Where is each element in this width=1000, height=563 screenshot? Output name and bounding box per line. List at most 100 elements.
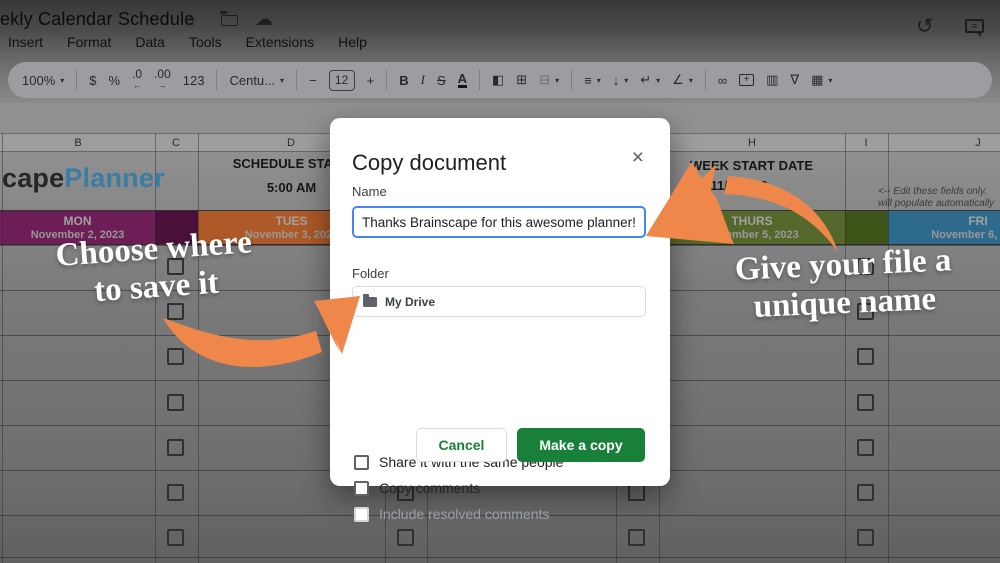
increase-decimal-label: .00 [154,70,171,79]
cell-checkbox[interactable] [857,394,874,411]
strikethrough-button[interactable]: S [437,73,446,88]
col-header-D[interactable]: D [287,137,295,149]
fill-color-icon[interactable]: ◧ [492,72,504,88]
menu-insert[interactable]: Insert [8,34,43,50]
grid-vline [198,133,199,563]
zoom-value: 100% [22,73,55,88]
edit-note-line2: will populate automatically [878,198,1000,210]
increase-font-button[interactable]: + [367,73,375,88]
font-size-input[interactable]: 12 [329,70,355,91]
cell-checkbox[interactable] [857,439,874,456]
copy-comments-checkbox[interactable]: Copy comments [354,480,480,496]
toolbar-divider [705,70,706,90]
grid-vline [845,133,846,563]
decrease-decimal-label: .0 [132,70,142,79]
decrease-decimal-button[interactable]: .0← [132,70,142,90]
version-history-icon[interactable]: ↺ [916,14,934,39]
cell-checkbox[interactable] [857,484,874,501]
text-rotate-icon[interactable]: ∠▾ [672,72,693,88]
create-filter-icon[interactable]: ∇ [790,72,799,88]
chevron-down-icon: ▾ [60,76,64,85]
close-icon[interactable]: × [632,146,644,170]
brainscape-planner-logo: capePlanner [2,163,165,194]
table-options-icon[interactable]: ▦▾ [811,72,832,88]
font-name: Centu... [229,73,275,88]
day-name-thurs: THURS [659,214,845,228]
day-name-fri: FRI [888,214,1000,228]
cancel-button[interactable]: Cancel [416,428,507,462]
text-wrap-icon[interactable]: ↵▾ [640,72,660,88]
chevron-down-icon: ▾ [597,76,601,85]
grid-vline [2,133,3,563]
dialog-title: Copy document [352,150,506,176]
grid-vline [888,133,889,563]
annotation-unique-name: Give your file a unique name [681,239,1000,330]
text-color-button[interactable]: A [458,73,467,88]
checkbox-icon[interactable] [354,455,369,470]
menu-help[interactable]: Help [338,34,367,50]
valign-glyph: ↓ [613,73,620,88]
screenshot-stage: B C D H I J capePlanner SCHEDULE START 5… [0,0,1000,563]
folder-picker[interactable]: My Drive [352,286,646,317]
cell-checkbox[interactable] [628,484,645,501]
toolbar-divider [479,70,480,90]
name-input[interactable]: Thanks Brainscape for this awesome plann… [352,206,646,238]
star-icon[interactable]: ☆ [183,11,197,31]
col-header-I[interactable]: I [864,137,867,149]
day-name-mon: MON [0,214,155,228]
cell-checkbox[interactable] [167,348,184,365]
cell-checkbox[interactable] [167,484,184,501]
grid-hline [0,557,1000,558]
cell-checkbox[interactable] [397,529,414,546]
logo-text-accent: Planner [64,163,164,193]
rotate-glyph: ∠ [672,72,684,88]
make-a-copy-button[interactable]: Make a copy [517,428,645,462]
day-header-thurs-checkbox-col [845,211,888,244]
include-resolved-comments-checkbox: Include resolved comments [354,506,549,522]
menu-format[interactable]: Format [67,34,111,50]
font-select[interactable]: Centu... ▾ [229,73,284,88]
merge-glyph: ⊟ [539,72,550,88]
menu-data[interactable]: Data [135,34,165,50]
menu-tools[interactable]: Tools [189,34,222,50]
arrow-right-icon: → [158,81,166,90]
vertical-align-icon[interactable]: ↓▾ [613,73,629,88]
increase-decimal-button[interactable]: .00 → [154,70,171,90]
cell-checkbox[interactable] [167,529,184,546]
zoom-select[interactable]: 100% ▾ [22,73,64,88]
checkbox-icon[interactable] [354,481,369,496]
italic-button[interactable]: I [421,72,425,88]
comments-icon[interactable]: ≡ [965,19,984,33]
bold-button[interactable]: B [399,73,408,88]
move-folder-icon[interactable] [221,15,238,26]
day-header-thurs: THURS November 5, 2023 [659,211,845,244]
decrease-font-button[interactable]: − [309,73,317,88]
merge-cells-icon[interactable]: ⊟▾ [539,72,559,88]
format-currency-button[interactable]: $ [89,73,96,88]
chevron-down-icon: ▾ [280,76,284,85]
cell-checkbox[interactable] [628,529,645,546]
borders-icon[interactable]: ⊞ [516,72,527,88]
insert-chart-icon[interactable]: ▥ [766,72,778,88]
menu-extensions[interactable]: Extensions [246,34,314,50]
insert-comment-icon[interactable]: + [739,74,754,86]
col-header-C[interactable]: C [172,137,180,149]
insert-link-icon[interactable]: ∞ [718,73,727,88]
toolbar-divider [216,70,217,90]
cell-checkbox[interactable] [857,348,874,365]
col-header-B[interactable]: B [74,137,81,149]
folder-label: Folder [352,266,389,281]
cell-checkbox[interactable] [167,394,184,411]
format-percent-button[interactable]: % [109,73,121,88]
document-title[interactable]: ekly Calendar Schedule [0,9,195,30]
cell-checkbox[interactable] [167,439,184,456]
horizontal-align-icon[interactable]: ≡▾ [584,73,601,88]
toolbar: 100%▾ $ % .0← .00→ 123 Centu...▾ − 12 + … [8,62,992,98]
edit-note-line1: <-- Edit these fields only. [878,186,1000,198]
col-header-H[interactable]: H [748,137,756,149]
number-format-button[interactable]: 123 [183,73,205,88]
edit-fields-note: <-- Edit these fields only. will populat… [878,186,1000,210]
toolbar-divider [571,70,572,90]
col-header-J[interactable]: J [975,137,981,149]
cell-checkbox[interactable] [857,529,874,546]
